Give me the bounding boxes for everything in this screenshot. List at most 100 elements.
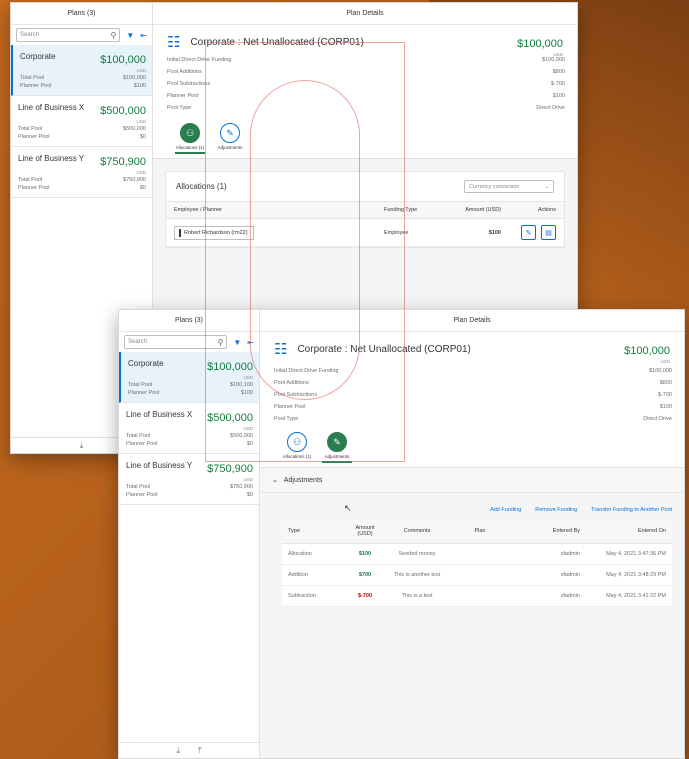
col-entered-by: Entered By xyxy=(552,528,580,534)
attr-label: Planner Pool xyxy=(167,93,199,99)
funding-type: Employee xyxy=(384,229,409,236)
tab-allocations[interactable]: ⚇ Allocations (1) xyxy=(282,432,312,467)
adj-amount: $700 xyxy=(358,572,372,578)
tab-label: Adjustments xyxy=(324,454,350,459)
adj-entered-by: sfadmin xyxy=(560,572,580,578)
plan-item-lob-y[interactable]: Line of Business Y $750,900 USD Total Poo… xyxy=(11,147,152,198)
plan-item-corporate[interactable]: Corporate $100,000 USD Total Pool $100,100… xyxy=(119,352,259,403)
attr-value: $800 xyxy=(552,69,565,75)
plan-item-lob-y[interactable]: Line of Business Y $750,900 USD Total Poo… xyxy=(119,454,259,505)
plan-name: Line of Business Y xyxy=(18,154,85,163)
search-input[interactable]: Search ⚲ xyxy=(124,335,228,349)
active-tab-indicator xyxy=(322,461,352,463)
attr-label: Pool Subtractions xyxy=(167,81,211,87)
collapse-icon[interactable]: ⇤ xyxy=(140,31,147,40)
add-funding-link[interactable]: Add Funding xyxy=(490,507,521,513)
employee-field[interactable]: Robert Richardson (rm22) xyxy=(174,225,254,240)
table-row: Addition $700 This is another test sfadm… xyxy=(282,565,672,586)
adjustments-table-header: Type Amount (USD) Comments Plan Entered … xyxy=(282,519,672,544)
col-entered-on: Entered On xyxy=(637,528,666,534)
chevron-down-icon: ⌄ xyxy=(272,477,278,484)
attr-label: Pool Type xyxy=(167,105,192,111)
col-employee: Employee / Planner xyxy=(174,207,222,213)
allocations-icon: ⚇ xyxy=(180,123,200,143)
search-input[interactable]: Search ⚲ xyxy=(16,28,121,42)
plan-detail: Plan Details ☷ Corporate : Net Unallocat… xyxy=(260,310,684,758)
plan-currency: USD xyxy=(136,119,146,124)
filter-icon[interactable]: ▼ xyxy=(126,31,134,40)
col-funding-type: Funding Type xyxy=(384,207,418,213)
document-icon[interactable]: ▤ xyxy=(541,225,556,240)
total-pool-value: $500,000 xyxy=(123,126,146,132)
total-pool-label: Total Pool xyxy=(126,433,151,439)
col-amount: Amount (USD) xyxy=(465,207,501,213)
adjustment-actions: ↖ Add Funding Remove Funding Transfer Fu… xyxy=(260,493,684,519)
adj-type: Addition xyxy=(288,572,308,578)
download-icon[interactable]: ⤓ xyxy=(176,746,180,756)
planner-pool-label: Planner Pool xyxy=(18,185,50,191)
attr-label: Pool Type xyxy=(274,416,299,422)
table-row: Robert Richardson (rm22) Employee $100 ✎… xyxy=(166,219,564,247)
adj-comment: Seeded money xyxy=(398,551,436,557)
adjustments-table: Type Amount (USD) Comments Plan Entered … xyxy=(282,519,672,607)
adjustments-title: Adjustments xyxy=(283,476,323,484)
tab-adjustments[interactable]: ✎ Adjustments xyxy=(322,432,352,467)
plan-currency: USD xyxy=(243,477,253,482)
table-row: Subtraction $-700 This is a test sfadmin… xyxy=(282,586,672,607)
search-icon: ⚲ xyxy=(110,30,117,40)
attr-value: $-700 xyxy=(657,392,672,398)
plan-amount: $100,000 xyxy=(100,54,146,66)
plan-currency: USD xyxy=(136,170,146,175)
collapse-icon[interactable]: ⇤ xyxy=(247,338,254,347)
search-icon: ⚲ xyxy=(217,337,224,347)
plan-name: Corporate xyxy=(20,52,56,61)
attr-label: Initial Direct Drive Funding xyxy=(167,57,232,63)
currency-conversion-select[interactable]: Currency conversion ⌄ xyxy=(464,180,554,193)
adj-entered-by: sfadmin xyxy=(560,551,580,557)
download-icon[interactable]: ⤓ xyxy=(80,441,84,451)
attr-value: $100 xyxy=(659,404,672,410)
plan-item-corporate[interactable]: Corporate $100,000 USD Total Pool $100,000… xyxy=(11,45,152,96)
adj-comment: This is a test xyxy=(401,593,433,599)
object-title: Corporate : Net Unallocated (CORP01) xyxy=(297,343,471,355)
planner-pool-label: Planner Pool xyxy=(18,134,50,140)
tab-allocations[interactable]: ⚇ Allocations (1) xyxy=(175,123,205,158)
plan-item-lob-x[interactable]: Line of Business X $500,000 USD Total Poo… xyxy=(119,403,259,454)
attr-value: $800 xyxy=(659,380,672,386)
chevron-down-icon: ⌄ xyxy=(544,183,549,190)
planner-pool-label: Planner Pool xyxy=(20,83,52,89)
planner-pool-value: $0 xyxy=(139,134,146,140)
master-title: Plans (3) xyxy=(11,3,152,25)
adj-entered-on: May 4, 2021 3:47:36 PM xyxy=(606,551,666,557)
mouse-cursor-icon: ↖ xyxy=(344,503,352,513)
col-actions: Actions xyxy=(537,207,556,213)
remove-funding-link[interactable]: Remove Funding xyxy=(535,507,577,513)
table-row: Allocation $100 Seeded money sfadmin May… xyxy=(282,544,672,565)
plan-name: Line of Business X xyxy=(126,410,193,419)
adjustments-icon: ✎ xyxy=(327,432,347,452)
search-placeholder: Search xyxy=(128,339,148,345)
total-pool-label: Total Pool xyxy=(128,382,153,388)
detail-tabs: ⚇ Allocations (1) ✎ Adjustments xyxy=(153,117,577,159)
hierarchy-icon: ☷ xyxy=(274,341,288,358)
allocations-section: Allocations (1) Currency conversion ⌄ Em… xyxy=(165,171,565,248)
allocations-title: Allocations (1) xyxy=(176,182,227,191)
master-title: Plans (3) xyxy=(119,310,259,332)
detail-title: Plan Details xyxy=(260,310,684,332)
total-pool-value: $500,000 xyxy=(230,433,253,439)
tab-adjustments[interactable]: ✎ Adjustments xyxy=(215,123,245,158)
employee-name: Robert Richardson (rm22) xyxy=(184,229,248,236)
upload-icon[interactable]: ⤒ xyxy=(198,746,202,756)
plan-amount: $500,000 xyxy=(207,412,253,424)
allocation-amount: $100 xyxy=(488,229,501,236)
search-row: Search ⚲ ▼ ⇤ xyxy=(119,332,259,352)
object-amount: $100,000 xyxy=(517,38,563,50)
plan-currency: USD xyxy=(136,68,146,73)
adjustments-header[interactable]: ⌄ Adjustments xyxy=(260,468,684,493)
transfer-funding-link[interactable]: Transfer Funding to Another Pool xyxy=(591,507,672,513)
plan-item-lob-x[interactable]: Line of Business X $500,000 USD Total Poo… xyxy=(11,96,152,147)
total-pool-label: Total Pool xyxy=(20,75,45,81)
total-pool-value: $100,100 xyxy=(230,382,253,388)
filter-icon[interactable]: ▼ xyxy=(233,338,241,347)
edit-icon[interactable]: ✎ xyxy=(521,225,536,240)
